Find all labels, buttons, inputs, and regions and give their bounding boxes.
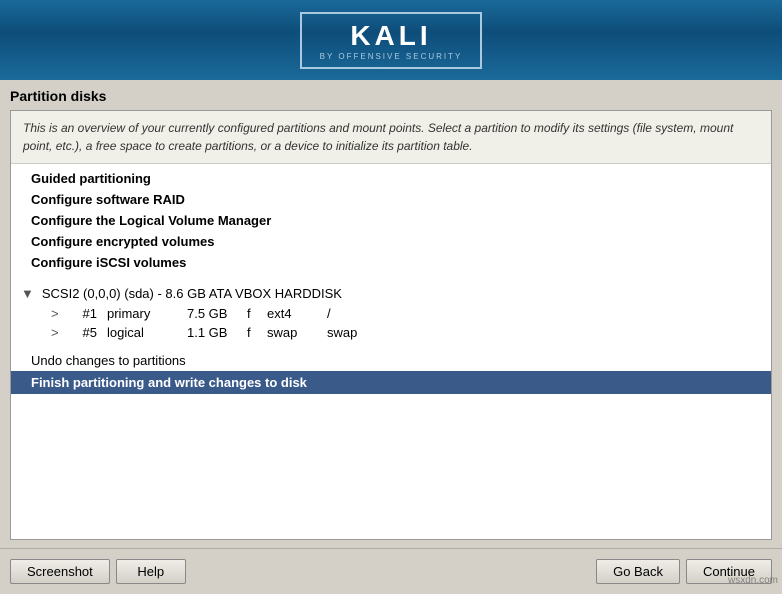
footer-left: Screenshot Help — [10, 559, 186, 584]
partition-chevron-1: > — [51, 306, 67, 321]
content-box: This is an overview of your currently co… — [10, 110, 772, 540]
spacer1 — [11, 273, 771, 283]
partition-row-2[interactable]: > #5 logical 1.1 GB f swap swap — [11, 323, 771, 342]
description-text: This is an overview of your currently co… — [11, 111, 771, 164]
partition-list: Guided partitioning Configure software R… — [11, 164, 771, 539]
list-item-finish[interactable]: Finish partitioning and write changes to… — [11, 371, 771, 394]
kali-title: KALI — [320, 20, 463, 52]
partition-mount-2: swap — [317, 325, 357, 340]
partition-flag-1: f — [237, 306, 257, 321]
disk-header[interactable]: ▼ SCSI2 (0,0,0) (sda) - 8.6 GB ATA VBOX … — [11, 283, 771, 304]
help-button[interactable]: Help — [116, 559, 186, 584]
partition-mount-1: / — [317, 306, 331, 321]
watermark: wsxdn.com — [728, 575, 778, 586]
partition-type-1: primary — [97, 306, 177, 321]
partition-row-1[interactable]: > #1 primary 7.5 GB f ext4 / — [11, 304, 771, 323]
partition-flag-2: f — [237, 325, 257, 340]
header: KALI BY OFFENSIVE SECURITY — [0, 0, 782, 80]
main-area: Partition disks This is an overview of y… — [0, 80, 782, 548]
disk-arrow-icon: ▼ — [21, 286, 34, 301]
partition-num-2: #5 — [67, 325, 97, 340]
disk-label: SCSI2 (0,0,0) (sda) - 8.6 GB ATA VBOX HA… — [42, 286, 342, 301]
partition-size-2: 1.1 GB — [177, 325, 237, 340]
list-item-iscsi[interactable]: Configure iSCSI volumes — [11, 252, 771, 273]
partition-size-1: 7.5 GB — [177, 306, 237, 321]
list-item-encrypted[interactable]: Configure encrypted volumes — [11, 231, 771, 252]
screenshot-button[interactable]: Screenshot — [10, 559, 110, 584]
list-item-guided[interactable]: Guided partitioning — [11, 168, 771, 189]
partition-fs-2: swap — [257, 325, 317, 340]
spacer2 — [11, 342, 771, 350]
list-item-lvm[interactable]: Configure the Logical Volume Manager — [11, 210, 771, 231]
page-title: Partition disks — [10, 88, 772, 104]
kali-logo: KALI BY OFFENSIVE SECURITY — [300, 12, 483, 69]
list-item-raid[interactable]: Configure software RAID — [11, 189, 771, 210]
partition-fs-1: ext4 — [257, 306, 317, 321]
go-back-button[interactable]: Go Back — [596, 559, 680, 584]
footer: Screenshot Help Go Back Continue — [0, 548, 782, 594]
partition-chevron-2: > — [51, 325, 67, 340]
partition-type-2: logical — [97, 325, 177, 340]
partition-num-1: #1 — [67, 306, 97, 321]
list-item-undo[interactable]: Undo changes to partitions — [11, 350, 771, 371]
kali-subtitle: BY OFFENSIVE SECURITY — [320, 52, 463, 61]
